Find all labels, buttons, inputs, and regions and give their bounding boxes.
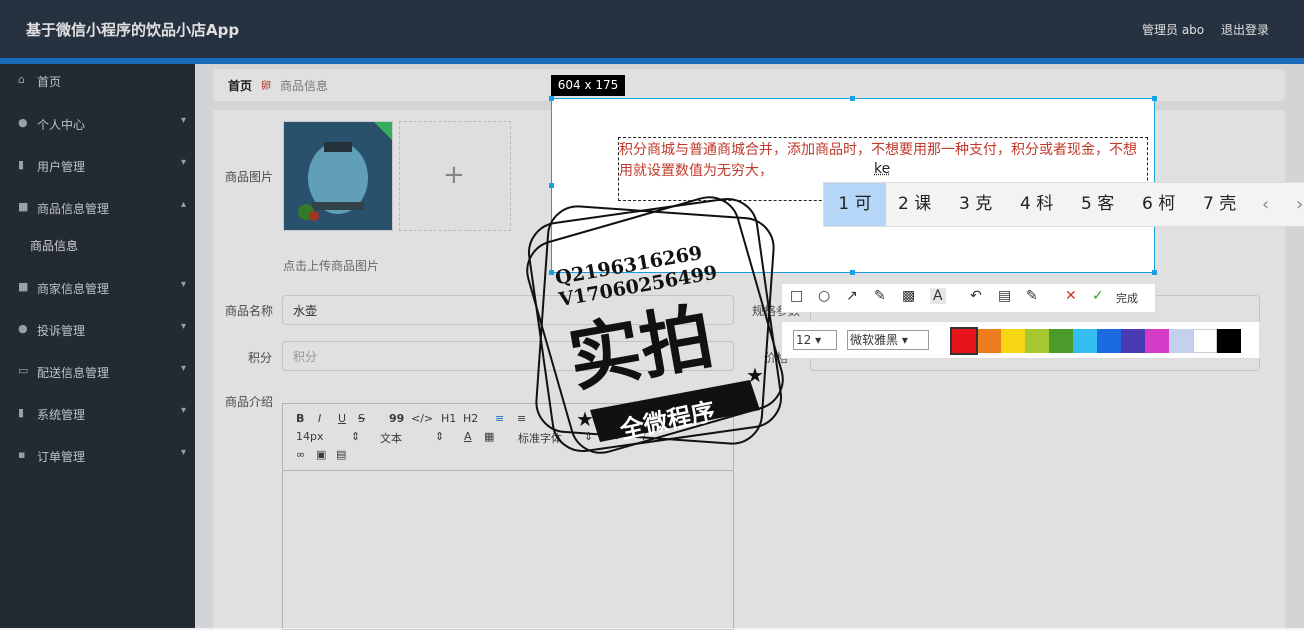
- ime-candidate[interactable]: 2 课: [898, 183, 931, 226]
- pen-tool-icon[interactable]: ✎: [874, 288, 886, 304]
- ime-candidate[interactable]: 7 壳: [1203, 183, 1236, 226]
- ime-candidate[interactable]: 6 柯: [1142, 183, 1175, 226]
- ime-candidate[interactable]: 3 克: [959, 183, 992, 226]
- text-tool-icon[interactable]: A: [930, 288, 946, 304]
- star-icon: ★: [576, 407, 594, 431]
- ime-candidate[interactable]: 5 客: [1081, 183, 1114, 226]
- star-icon: ★: [746, 363, 764, 387]
- mosaic-tool-icon[interactable]: ▩: [902, 288, 915, 304]
- text-properties-bar: 12 ▾ 微软雅黑 ▾: [781, 321, 1260, 359]
- color-swatch[interactable]: [1049, 329, 1073, 353]
- save-icon[interactable]: ▤: [998, 288, 1011, 304]
- ellipse-tool-icon[interactable]: ○: [818, 288, 830, 304]
- ime-candidate[interactable]: 4 科: [1020, 183, 1053, 226]
- edit-icon[interactable]: ✎: [1026, 288, 1038, 304]
- color-swatch[interactable]: [1193, 329, 1217, 353]
- color-swatch[interactable]: [1097, 329, 1121, 353]
- color-swatch[interactable]: [1217, 329, 1241, 353]
- color-swatch[interactable]: [950, 327, 978, 355]
- ime-candidate[interactable]: 1 可: [824, 183, 886, 226]
- color-swatch[interactable]: [1001, 329, 1025, 353]
- color-swatch[interactable]: [1169, 329, 1193, 353]
- cancel-icon[interactable]: ✕: [1065, 288, 1077, 304]
- color-swatch[interactable]: [1073, 329, 1097, 353]
- resize-handle[interactable]: [850, 270, 855, 275]
- resize-handle[interactable]: [549, 96, 554, 101]
- selection-size-label: 604 x 175: [551, 75, 625, 96]
- undo-icon[interactable]: ↶: [970, 288, 982, 304]
- watermark-stamp: Q2196316269 V17060256499 实拍 全微程序 ★ ★: [526, 196, 784, 454]
- resize-handle[interactable]: [1152, 96, 1157, 101]
- watermark-big-text: 实拍: [563, 294, 719, 402]
- color-swatch[interactable]: [1025, 329, 1049, 353]
- screenshot-toolbar: □ ○ ↗ ✎ ▩ A ↶ ▤ ✎ ✕ ✓ 完成: [781, 283, 1156, 313]
- arrow-tool-icon[interactable]: ↗: [846, 288, 858, 304]
- color-swatch[interactable]: [1145, 329, 1169, 353]
- color-swatch[interactable]: [978, 329, 1002, 353]
- ime-composition: ke: [874, 161, 891, 177]
- chevron-left-icon[interactable]: ‹: [1262, 183, 1269, 226]
- ime-candidate-bar: 1 可 2 课 3 克 4 科 5 客 6 柯 7 壳 ‹ ›: [823, 182, 1304, 227]
- font-name-value: 微软雅黑: [850, 333, 899, 347]
- confirm-icon[interactable]: ✓: [1092, 288, 1104, 304]
- font-name-dropdown[interactable]: 微软雅黑 ▾: [847, 330, 929, 350]
- resize-handle[interactable]: [850, 96, 855, 101]
- done-button[interactable]: 完成: [1116, 290, 1138, 306]
- chevron-right-icon[interactable]: ›: [1296, 183, 1303, 226]
- color-swatch[interactable]: [1121, 329, 1145, 353]
- resize-handle[interactable]: [1152, 270, 1157, 275]
